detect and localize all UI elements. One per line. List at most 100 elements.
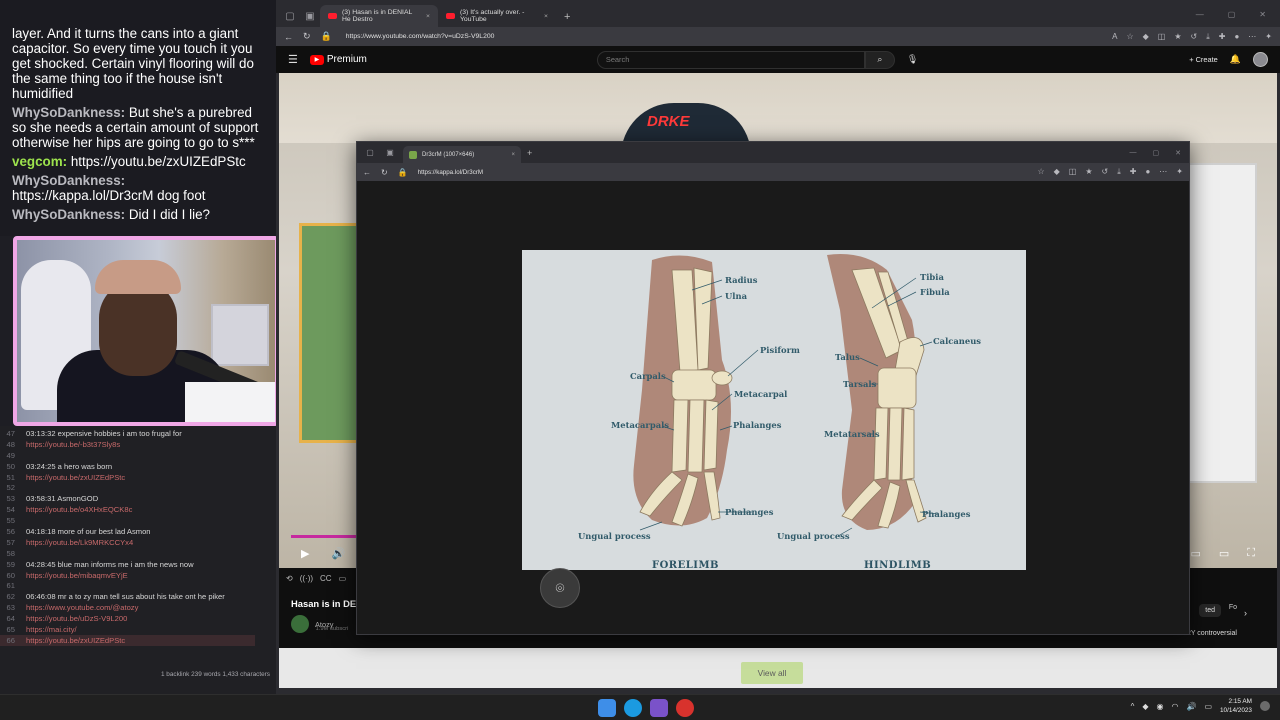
fullscreen-icon[interactable]: ⛶ [1247,547,1255,560]
note-link[interactable]: https://youtu.be/o4XHxEQCK8c [26,504,132,515]
clock[interactable]: 2:15 AM 10/14/2023 [1220,697,1252,715]
copilot-icon[interactable]: ✦ [1265,32,1272,42]
account-avatar[interactable] [1253,52,1268,67]
more-icon[interactable]: ⋯ [1248,32,1256,42]
split-screen-icon[interactable]: ◫ [1069,167,1077,177]
workspaces-icon[interactable]: ▢ [363,146,377,160]
new-tab-button[interactable]: + [527,148,532,158]
filter-chip[interactable]: ted [1199,604,1221,617]
note-line[interactable]: 52 [0,482,276,493]
note-line[interactable]: 47 03:13:32 expensive hobbies i am too fr… [0,428,276,439]
extension-icon[interactable]: ◆ [1143,32,1149,42]
maximize-icon[interactable]: ▢ [1153,149,1160,157]
favorite-star-icon[interactable]: ☆ [1126,32,1133,42]
extensions-puzzle-icon[interactable]: ✚ [1219,32,1226,42]
strawberry-app-icon[interactable] [676,699,694,717]
note-line[interactable]: 66 https://youtu.be/zxUIZEdPStc [0,634,255,646]
favorite-star-icon[interactable]: ☆ [1037,167,1044,177]
note-line[interactable]: 49 [0,450,276,461]
minimize-icon[interactable]: — [1196,10,1204,19]
workspaces-icon[interactable]: ▢ [280,5,300,27]
notifications-bell-icon[interactable]: 🔔 [1230,54,1241,65]
site-info-icon[interactable]: 🔒 [398,168,408,177]
address-bar[interactable]: https://kappa.lol/Dr3crM [418,169,1028,176]
site-info-icon[interactable]: 🔒 [321,31,332,42]
note-line[interactable]: 60 https://youtu.be/mibaqmvEYjE [0,570,276,581]
search-icon[interactable]: ⌕ [864,50,895,69]
note-line[interactable]: 57 https://youtu.be/Lk9MRKCCYx4 [0,537,276,548]
note-link[interactable]: https://youtu.be/Lk9MRKCCYx4 [26,537,133,548]
tab-actions-icon[interactable]: ▣ [300,5,320,27]
extensions-puzzle-icon[interactable]: ✚ [1130,167,1137,177]
tab-actions-icon[interactable]: ▣ [383,146,397,160]
note-link[interactable]: https://mai.city/ [26,624,77,635]
note-line[interactable]: 54 https://youtu.be/o4XHxEQCK8c [0,504,276,515]
note-line[interactable]: 53 03:58:31 AsmonGOD [0,493,276,504]
note-line[interactable]: 48 https://youtu.be/-b3t37Sly8s [0,439,276,450]
back-icon[interactable]: ← [363,168,371,177]
windows-start-icon[interactable] [598,699,616,717]
note-link[interactable]: https://youtu.be/zxUIZEdPStc [26,472,125,483]
tray-app-icon[interactable]: ◆ [1142,702,1148,711]
volume-icon[interactable]: 🔊 [331,547,345,560]
profile-icon[interactable]: ● [1234,32,1239,42]
edge-browser-icon[interactable] [624,699,642,717]
audio-icon[interactable]: ((·)) [300,574,313,583]
theater-icon[interactable]: ▭ [1219,547,1229,560]
refresh-icon[interactable]: ↻ [303,31,311,42]
hamburger-menu-icon[interactable]: ☰ [288,53,298,66]
note-line[interactable]: 63 https://www.youtube.com/@atozy [0,602,276,613]
tab-its-over[interactable]: (3) It's actually over. - YouTube × [438,5,556,27]
favorites-icon[interactable]: ★ [1085,167,1092,177]
note-line[interactable]: 50 03:24:25 a hero was born [0,461,276,472]
download-icon[interactable]: ⤓ [1206,32,1210,42]
close-window-icon[interactable]: ✕ [1175,149,1181,157]
note-line[interactable]: 65 https://mai.city/ [0,624,276,635]
notification-center-icon[interactable] [1260,701,1270,711]
maximize-icon[interactable]: ▢ [1228,10,1236,19]
visual-search-icon[interactable]: ⌾ [540,568,580,608]
note-link[interactable]: https://youtu.be/-b3t37Sly8s [26,439,120,450]
note-line[interactable]: 55 [0,515,276,526]
note-link[interactable]: https://youtu.be/uDzS-V9L200 [26,613,127,624]
copilot-icon[interactable]: ✦ [1176,167,1183,177]
note-link[interactable]: https://youtu.be/mibaqmvEYjE [26,570,128,581]
filter-chip[interactable]: Fo [1229,604,1237,611]
more-icon[interactable]: ⋯ [1159,167,1167,177]
read-aloud-icon[interactable]: A [1112,32,1117,42]
profile-icon[interactable]: ● [1145,167,1150,177]
note-line[interactable]: 62 06:46:08 mr a to zy man tell sus about… [0,591,276,602]
note-line[interactable]: 58 [0,548,276,559]
split-screen-icon[interactable]: ◫ [1158,32,1166,42]
chevron-right-icon[interactable]: › [1244,608,1247,618]
note-line[interactable]: 59 04:28:45 blue man informs me i am the … [0,559,276,570]
notes-editor[interactable]: 47 03:13:32 expensive hobbies i am too fr… [0,426,276,694]
tray-overflow-icon[interactable]: ^ [1131,702,1135,711]
note-link[interactable]: https://youtu.be/zxUIZEdPStc [26,635,125,646]
close-icon[interactable]: × [544,13,548,20]
miniplayer-icon[interactable]: ▭ [1190,547,1200,560]
history-icon[interactable]: ↺ [1191,32,1198,42]
close-icon[interactable]: × [511,152,515,158]
favorites-icon[interactable]: ★ [1174,32,1181,42]
note-line[interactable]: 64 https://youtu.be/uDzS-V9L200 [0,613,276,624]
close-window-icon[interactable]: ✕ [1259,10,1266,19]
extension-icon[interactable]: ◆ [1054,167,1060,177]
loop-icon[interactable]: ⟲ [286,574,293,583]
captions-icon[interactable]: CC [320,574,332,583]
history-icon[interactable]: ↺ [1102,167,1109,177]
address-bar[interactable]: https://www.youtube.com/watch?v=uDzS-V9L… [346,33,1102,40]
play-icon[interactable]: ▶ [301,547,309,560]
download-icon[interactable]: ⤓ [1117,167,1121,177]
tab-hasan[interactable]: (3) Hasan is in DENIAL He Destro × [320,5,438,27]
youtube-logo[interactable]: ▶ Premium [309,54,367,65]
obsidian-icon[interactable] [650,699,668,717]
battery-icon[interactable]: ▭ [1204,702,1212,711]
note-link[interactable]: https://www.youtube.com/@atozy [26,602,138,613]
network-icon[interactable]: ◠ [1171,702,1178,711]
tray-app-icon[interactable]: ◉ [1157,702,1164,711]
note-line[interactable]: 61 [0,580,276,591]
search-input[interactable]: Search [596,50,865,69]
voice-search-icon[interactable]: 🎙 [907,54,918,65]
screen-icon[interactable]: ▭ [339,574,347,583]
